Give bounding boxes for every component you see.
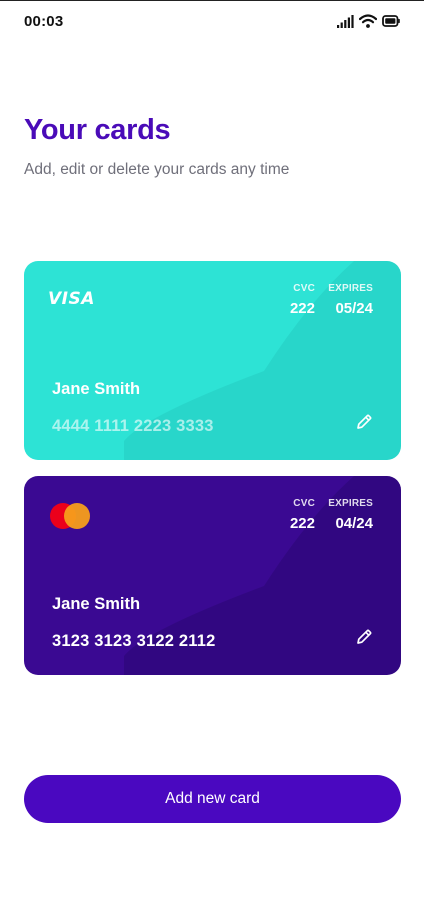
cvc-value: 222 (289, 515, 315, 532)
cvc-block: CVC 222 (290, 283, 315, 317)
pencil-icon (357, 414, 372, 429)
cvc-block: CVC 222 (290, 498, 315, 532)
status-icons (337, 14, 400, 28)
card-holder-name: Jane Smith (52, 595, 141, 613)
cvc-value: 222 (289, 300, 315, 317)
expires-label: EXPIRES (328, 283, 373, 294)
card-number: 3123 3123 3122 2112 (52, 632, 216, 650)
expires-block: EXPIRES 04/24 (328, 498, 373, 532)
edit-card-button[interactable] (353, 626, 375, 648)
edit-card-button[interactable] (353, 411, 375, 433)
visa-logo: VISA (48, 289, 95, 309)
page-title: Your cards (24, 114, 171, 146)
mastercard-yellow-circle (64, 503, 90, 529)
status-time: 00:03 (24, 12, 64, 30)
cvc-label: CVC (293, 498, 315, 509)
card-mastercard[interactable]: CVC 222 EXPIRES 04/24 Jane Smith 3123 31… (24, 476, 401, 675)
expires-value: 05/24 (335, 300, 373, 317)
pencil-icon (357, 629, 372, 644)
expires-label: EXPIRES (328, 498, 373, 509)
add-new-card-button[interactable]: Add new card (24, 775, 401, 823)
expires-block: EXPIRES 05/24 (328, 283, 373, 317)
screen: 00:03 Your cards Add, edit or delete you… (0, 0, 424, 921)
card-number: 4444 1111 2223 3333 (52, 417, 214, 435)
expires-value: 04/24 (335, 515, 373, 532)
status-bar: 00:03 (0, 0, 424, 42)
page-subtitle: Add, edit or delete your cards any time (24, 161, 290, 178)
card-brand-label: VISA (48, 289, 95, 309)
battery-icon (382, 15, 400, 27)
card-holder-name: Jane Smith (52, 380, 141, 398)
wifi-icon (359, 14, 377, 28)
signal-icon (337, 14, 354, 28)
mastercard-logo (50, 503, 90, 529)
card-visa[interactable]: VISA CVC 222 EXPIRES 05/24 Jane Smith 44… (24, 261, 401, 460)
cvc-label: CVC (293, 283, 315, 294)
